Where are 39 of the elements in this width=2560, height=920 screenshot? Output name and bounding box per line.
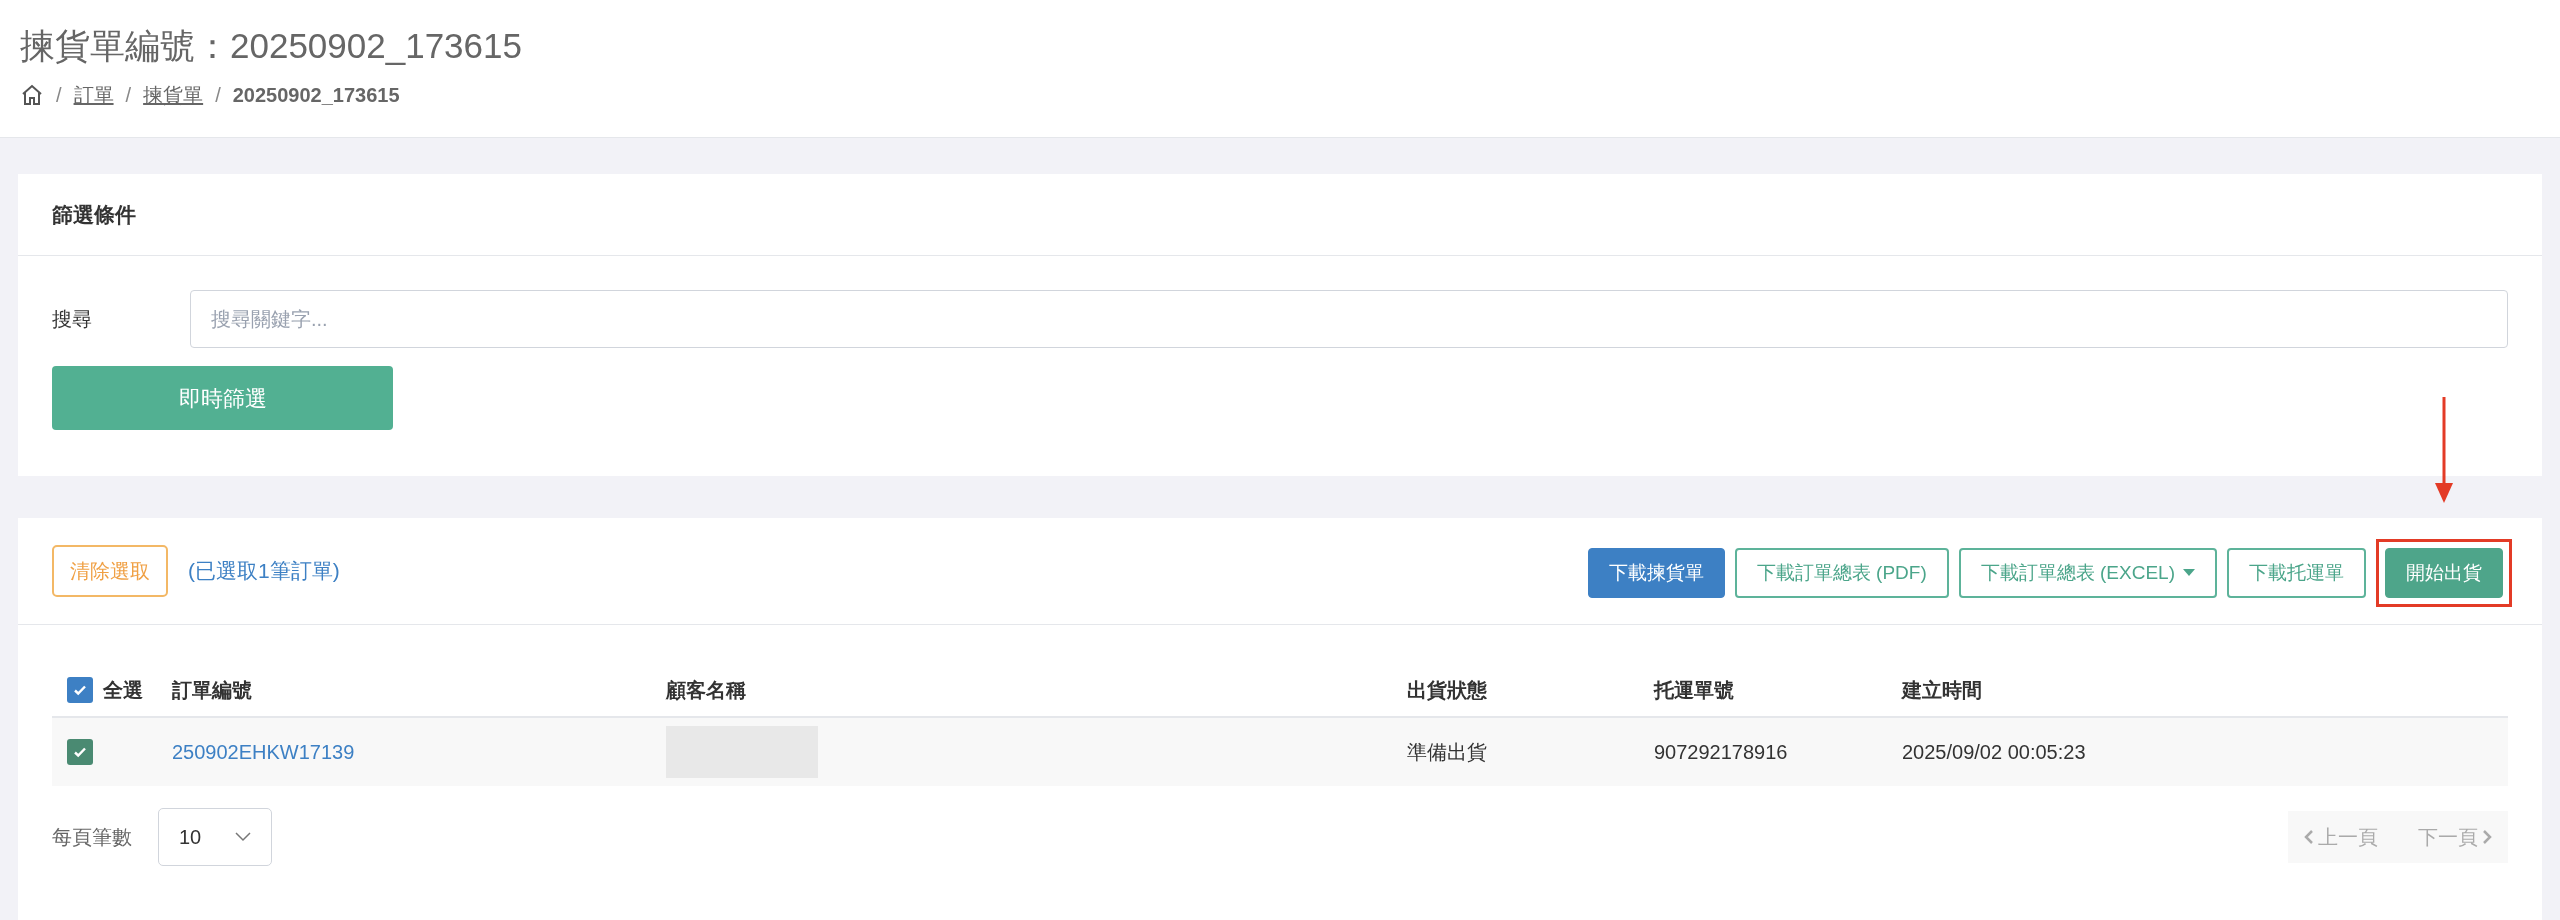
search-field[interactable]: 搜尋關鍵字... [190,290,2508,348]
breadcrumb-link[interactable]: 揀貨單 [143,79,204,110]
next-page-button[interactable]: 下一頁 [2418,822,2492,852]
breadcrumb-separator: / [215,82,221,108]
search-label: 搜尋 [52,307,93,332]
prev-page-button[interactable]: 上一頁 [2304,822,2378,852]
selection-count: (已選取1筆訂單) [188,558,340,585]
page-title: 揀貨單編號：20250902_173615 [20,25,523,67]
toolbar-button[interactable]: 下載訂單總表 (EXCEL) [1958,548,2217,598]
column-header: 托運單號 [1654,677,1735,703]
select-all-label: 全選 [103,677,144,703]
breadcrumb-link[interactable]: 訂單 [73,79,114,110]
breadcrumb-separator: / [56,82,62,108]
card-title: 篩選條件 [52,201,136,228]
chevron-down-icon [235,832,251,842]
chevron-left-icon [2304,830,2314,844]
toolbar-button[interactable]: 下載揀貨單 [1587,548,1725,598]
clear-selection-button[interactable]: 清除選取 [52,545,168,597]
caret-icon [2183,569,2195,577]
filter-button[interactable]: 即時篩選 [52,366,393,430]
toolbar-button[interactable]: 下載訂單總表 (PDF) [1734,548,1949,598]
checkbox[interactable] [67,676,93,703]
column-header: 建立時間 [1902,677,1983,703]
table-cell-text: 準備出貨 [1407,740,1488,765]
toolbar-button[interactable]: 下載托運單 [2227,548,2366,598]
table-cell-text: 2025/09/02 00:05:23 [1902,740,2087,765]
table-cell-text: 907292178916 [1654,740,1789,765]
breadcrumb-separator: / [125,82,132,108]
home-icon[interactable] [20,82,44,107]
column-header: 訂單編號 [172,677,253,703]
toolbar-button[interactable]: 開始出貨 [2385,548,2503,598]
column-header: 顧客名稱 [666,677,747,703]
breadcrumb-current: 20250902_173615 [232,82,400,108]
per-page-select[interactable]: 10 [158,808,272,866]
column-header: 出貨狀態 [1407,677,1488,703]
order-link[interactable]: 250902EHKW17139 [172,737,666,767]
per-page-label: 每頁筆數 [52,825,132,850]
chevron-right-icon [2482,830,2492,844]
checkbox[interactable] [67,739,93,765]
